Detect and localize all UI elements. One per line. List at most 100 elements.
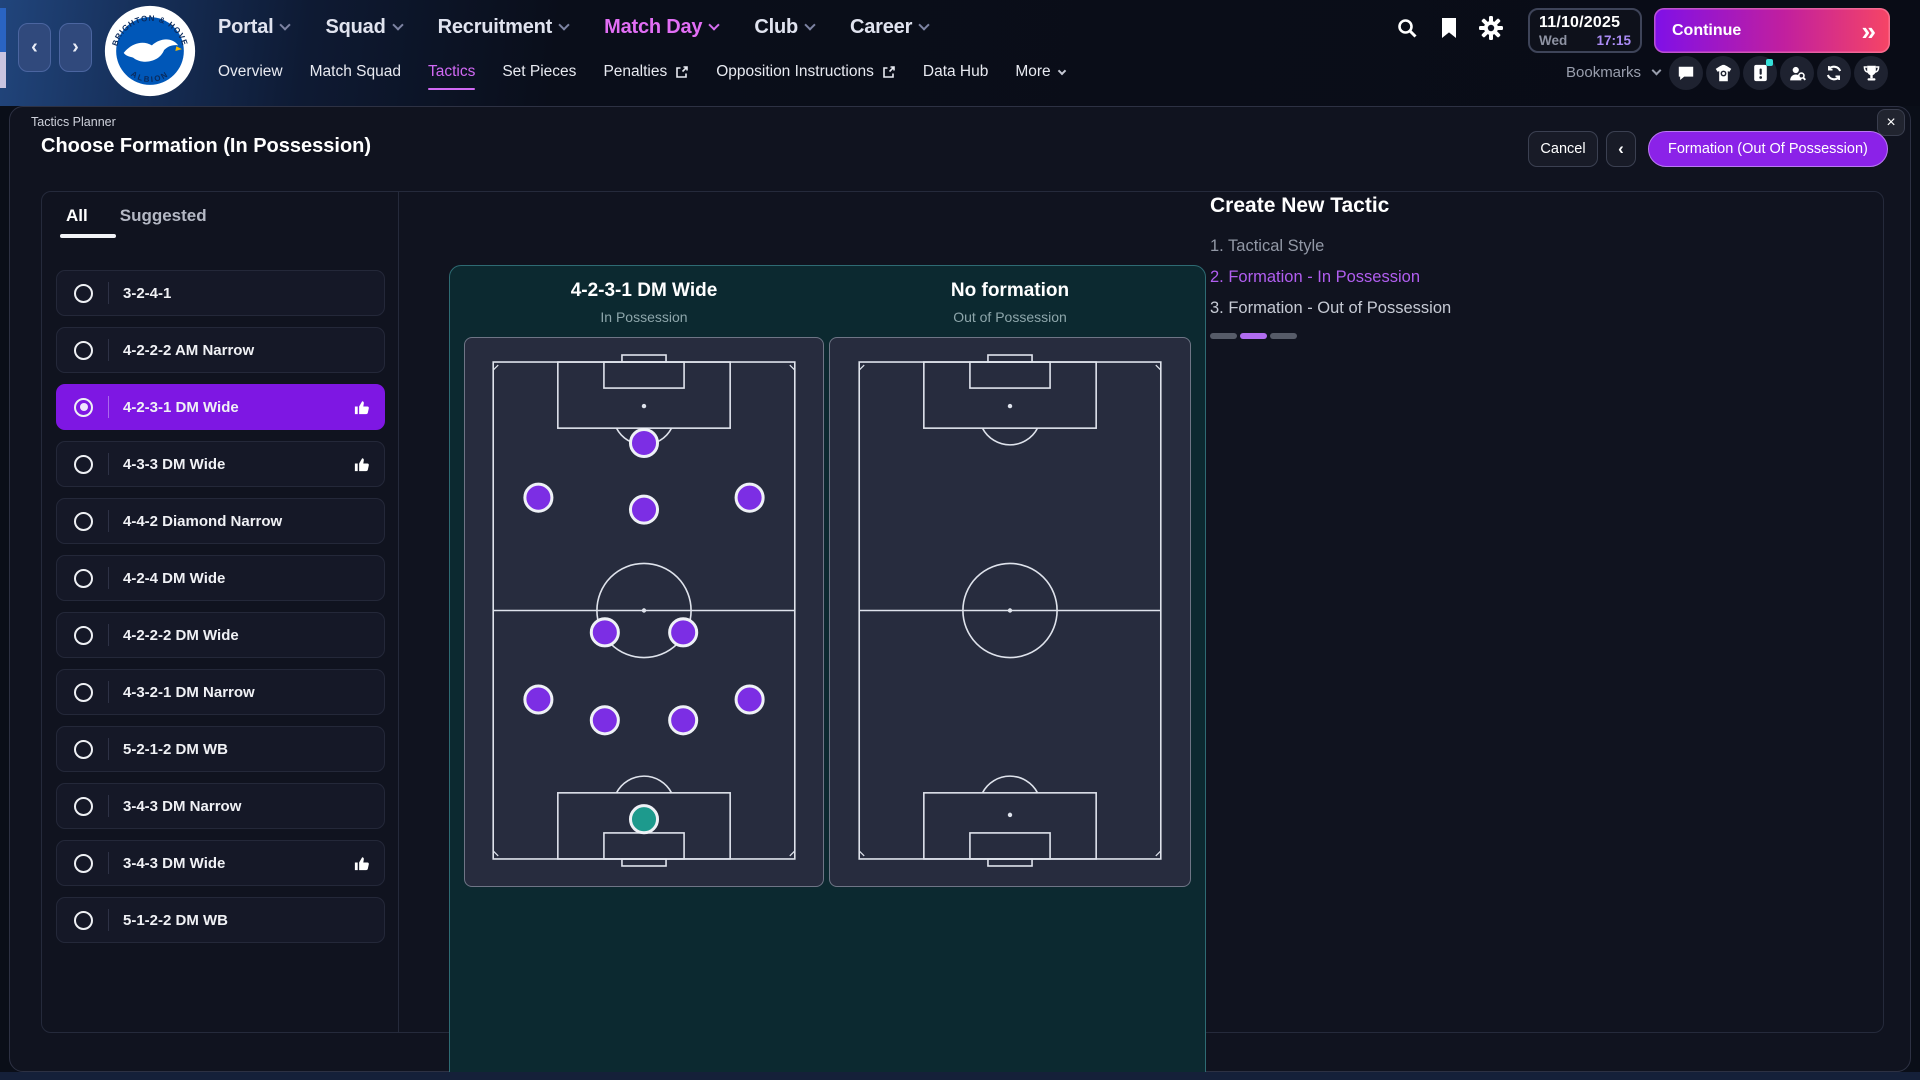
main-nav-label: Portal bbox=[218, 16, 273, 39]
pitch-diagram bbox=[477, 350, 811, 874]
main-nav-item[interactable]: Portal bbox=[218, 16, 289, 39]
sub-nav-item[interactable]: Opposition Instructions bbox=[716, 63, 896, 81]
continue-chevrons-icon: » bbox=[1862, 18, 1876, 44]
player-dot[interactable] bbox=[736, 686, 763, 713]
player-dot-gk[interactable] bbox=[630, 806, 657, 833]
formation-option[interactable]: 3-4-3 DM Wide bbox=[56, 840, 385, 886]
club-crest-icon: BRIGHTON & HOVE ALBION bbox=[103, 4, 197, 98]
divider bbox=[108, 282, 109, 304]
trophy-icon[interactable] bbox=[1854, 56, 1888, 90]
sub-nav-item[interactable]: Tactics bbox=[428, 63, 475, 81]
chevron-down-icon bbox=[1652, 66, 1662, 76]
formation-option[interactable]: 3-4-3 DM Narrow bbox=[56, 783, 385, 829]
main-nav-label: Career bbox=[850, 16, 912, 39]
radio-icon bbox=[74, 398, 93, 417]
wizard-step[interactable]: 1. Tactical Style bbox=[1210, 231, 1870, 262]
pitch-subtitle: In Possession bbox=[464, 309, 824, 325]
wizard-step[interactable]: 2. Formation - In Possession bbox=[1210, 262, 1870, 293]
sub-nav-item[interactable]: Overview bbox=[218, 63, 283, 81]
player-dot[interactable] bbox=[525, 686, 552, 713]
sub-nav-label: Opposition Instructions bbox=[716, 63, 874, 81]
pitch-title: No formation bbox=[829, 280, 1191, 302]
formation-option[interactable]: 5-1-2-2 DM WB bbox=[56, 897, 385, 943]
content-panel: All Suggested 3-2-4-1 4-2-2-2 AM Narrow … bbox=[41, 191, 1884, 1033]
create-tactic-wizard: Create New Tactic 1. Tactical Style2. Fo… bbox=[1210, 192, 1870, 339]
modal-title: Choose Formation (In Possession) bbox=[41, 135, 371, 158]
history-back-button[interactable]: ‹ bbox=[18, 23, 51, 72]
club-badge[interactable]: BRIGHTON & HOVE ALBION bbox=[103, 4, 197, 98]
player-dot[interactable] bbox=[525, 484, 552, 511]
history-forward-button[interactable]: › bbox=[59, 23, 92, 72]
sync-icon[interactable] bbox=[1817, 56, 1851, 90]
game-datetime[interactable]: 11/10/2025 Wed 17:15 bbox=[1528, 8, 1642, 53]
formation-option[interactable]: 3-2-4-1 bbox=[56, 270, 385, 316]
formation-label: 3-4-3 DM Wide bbox=[123, 855, 225, 872]
main-nav-label: Squad bbox=[325, 16, 385, 39]
thumbs-up-icon bbox=[353, 855, 370, 872]
player-dot[interactable] bbox=[630, 496, 657, 523]
pitch-out-of-possession[interactable] bbox=[829, 337, 1191, 887]
chevron-down-icon bbox=[709, 19, 720, 30]
formation-items: 3-2-4-1 4-2-2-2 AM Narrow 4-2-3-1 DM Wid… bbox=[56, 270, 385, 954]
formation-option[interactable]: 4-2-4 DM Wide bbox=[56, 555, 385, 601]
formation-option[interactable]: 4-2-2-2 AM Narrow bbox=[56, 327, 385, 373]
player-dot[interactable] bbox=[591, 619, 618, 646]
formation-option[interactable]: 5-2-1-2 DM WB bbox=[56, 726, 385, 772]
player-dot[interactable] bbox=[670, 619, 697, 646]
player-dot[interactable] bbox=[670, 707, 697, 734]
main-nav-item[interactable]: Squad bbox=[325, 16, 401, 39]
main-nav-item[interactable]: Recruitment bbox=[438, 16, 569, 39]
divider bbox=[108, 909, 109, 931]
player-dot[interactable] bbox=[591, 707, 618, 734]
wizard-step[interactable]: 3. Formation - Out of Possession bbox=[1210, 293, 1870, 324]
next-step-button[interactable]: Formation (Out Of Possession) bbox=[1648, 131, 1888, 167]
radio-icon bbox=[74, 569, 93, 588]
settings-gear-icon[interactable] bbox=[1478, 15, 1503, 40]
pitch-in-possession[interactable] bbox=[464, 337, 824, 887]
formation-option[interactable]: 4-3-3 DM Wide bbox=[56, 441, 385, 487]
formation-option[interactable]: 4-3-2-1 DM Narrow bbox=[56, 669, 385, 715]
formation-label: 4-3-3 DM Wide bbox=[123, 456, 225, 473]
pitch-header-in-possession: 4-2-3-1 DM Wide In Possession bbox=[464, 280, 824, 325]
previous-step-button[interactable]: ‹ bbox=[1606, 131, 1636, 167]
divider bbox=[108, 396, 109, 418]
quick-icon-group bbox=[1669, 56, 1888, 90]
sub-nav-item[interactable]: Data Hub bbox=[923, 63, 988, 81]
main-nav-item[interactable]: Match Day bbox=[604, 16, 718, 39]
radio-icon bbox=[74, 284, 93, 303]
cancel-button[interactable]: Cancel bbox=[1528, 131, 1598, 167]
sub-nav-label: Tactics bbox=[428, 63, 475, 81]
sub-nav-label: More bbox=[1015, 63, 1050, 81]
formation-label: 5-1-2-2 DM WB bbox=[123, 912, 228, 929]
sub-nav-label: Penalties bbox=[603, 63, 667, 81]
scouting-icon[interactable] bbox=[1780, 56, 1814, 90]
kit-shirt-icon[interactable] bbox=[1706, 56, 1740, 90]
sub-nav-item[interactable]: Match Squad bbox=[310, 63, 401, 81]
formation-option[interactable]: 4-4-2 Diamond Narrow bbox=[56, 498, 385, 544]
tab-suggested[interactable]: Suggested bbox=[120, 206, 207, 238]
search-icon[interactable] bbox=[1394, 15, 1419, 40]
report-card-icon[interactable] bbox=[1743, 56, 1777, 90]
close-button[interactable]: × bbox=[1877, 109, 1905, 136]
main-nav-label: Recruitment bbox=[438, 16, 553, 39]
player-dot[interactable] bbox=[736, 484, 763, 511]
pitch-preview-panel: 4-2-3-1 DM Wide In Possession No formati… bbox=[449, 265, 1206, 1080]
main-nav-item[interactable]: Club bbox=[754, 16, 814, 39]
sub-nav: Overview Match Squad Tactics Set Pieces … bbox=[218, 57, 1065, 87]
formation-option[interactable]: 4-2-2-2 DM Wide bbox=[56, 612, 385, 658]
player-dot[interactable] bbox=[630, 429, 657, 456]
formation-option[interactable]: 4-2-3-1 DM Wide bbox=[56, 384, 385, 430]
thumbs-up-icon bbox=[353, 456, 370, 473]
messages-icon[interactable] bbox=[1669, 56, 1703, 90]
continue-button[interactable]: Continue » bbox=[1654, 8, 1890, 53]
bookmarks-dropdown[interactable]: Bookmarks bbox=[1566, 64, 1660, 81]
main-nav-item[interactable]: Career bbox=[850, 16, 928, 39]
sub-nav-item[interactable]: Penalties bbox=[603, 63, 689, 81]
sub-nav-item[interactable]: More bbox=[1015, 63, 1064, 81]
sub-nav-label: Data Hub bbox=[923, 63, 988, 81]
sub-nav-item[interactable]: Set Pieces bbox=[502, 63, 576, 81]
tab-all[interactable]: All bbox=[66, 206, 88, 238]
bookmark-icon[interactable] bbox=[1436, 15, 1461, 40]
formation-label: 4-3-2-1 DM Narrow bbox=[123, 684, 255, 701]
edge-strip-blue bbox=[0, 8, 6, 52]
